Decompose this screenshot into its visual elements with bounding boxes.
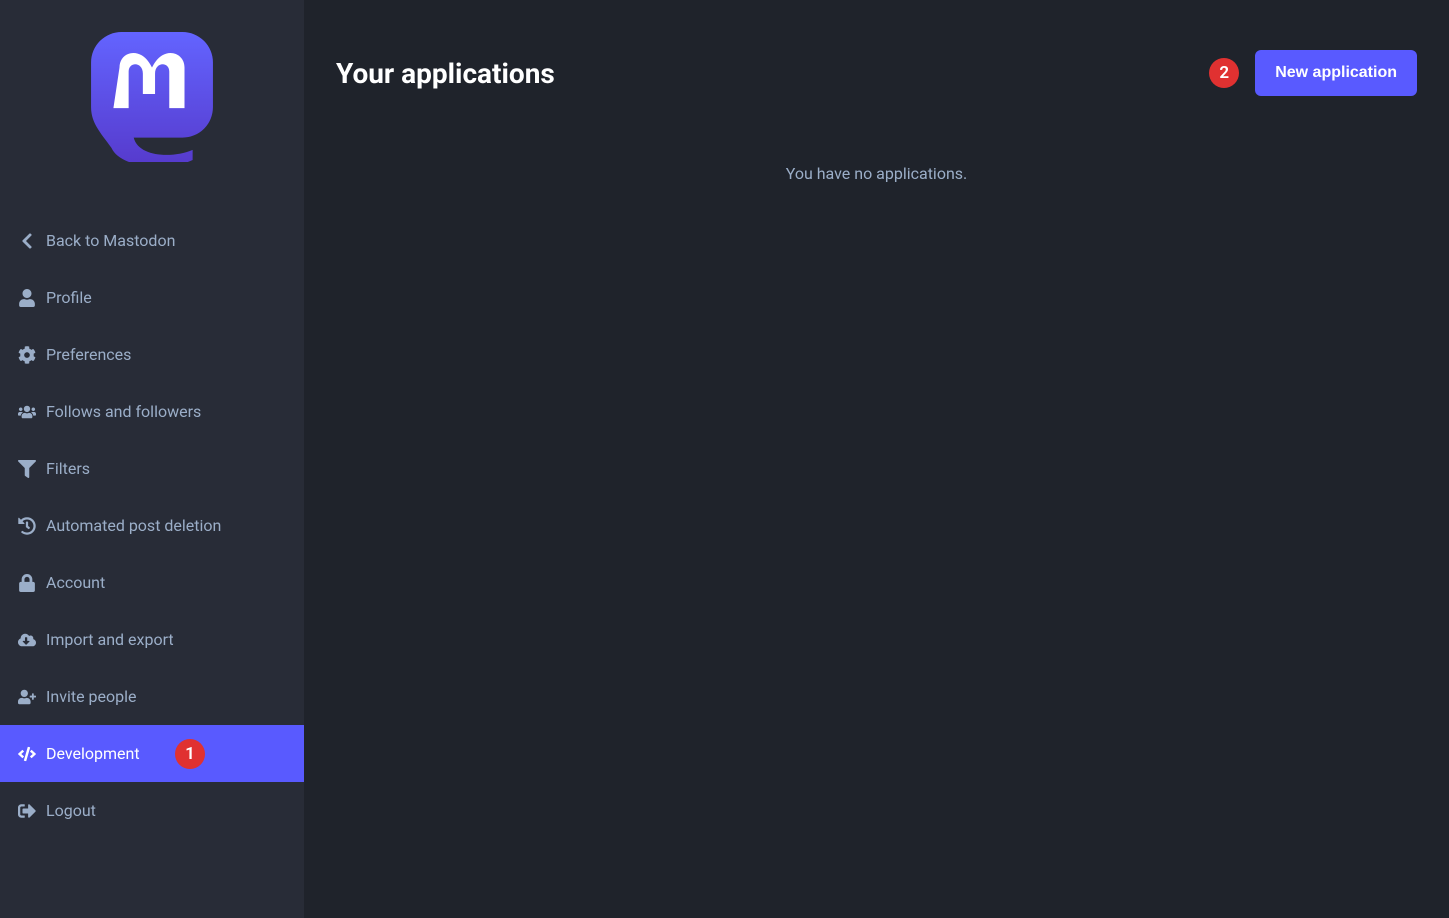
sidebar-item-label: Invite people [46,687,136,706]
page-title: Your applications [336,57,555,90]
sidebar-item-label: Back to Mastodon [46,231,175,250]
chevron-left-icon [18,232,36,250]
sidebar-item-label: Automated post deletion [46,516,221,535]
sidebar-item-import-export[interactable]: Import and export [0,611,304,668]
sidebar-item-label: Filters [46,459,90,478]
sidebar-item-invite[interactable]: Invite people [0,668,304,725]
sidebar-item-label: Account [46,573,105,592]
sidebar-item-logout[interactable]: Logout [0,782,304,839]
sidebar-item-profile[interactable]: Profile [0,269,304,326]
sidebar: Back to Mastodon Profile Preferences Fol… [0,0,304,918]
history-icon [18,517,36,535]
header-row: Your applications 2 New application [336,50,1417,96]
sidebar-item-label: Logout [46,801,96,820]
sidebar-item-label: Preferences [46,345,131,364]
main-content: Your applications 2 New application You … [304,0,1449,918]
sidebar-item-automated-deletion[interactable]: Automated post deletion [0,497,304,554]
sidebar-item-preferences[interactable]: Preferences [0,326,304,383]
new-app-group: 2 New application [1209,50,1417,96]
mastodon-logo-icon [91,32,213,162]
gear-icon [18,346,36,364]
sidebar-item-account[interactable]: Account [0,554,304,611]
empty-state-message: You have no applications. [336,164,1417,183]
filter-icon [18,460,36,478]
sidebar-item-filters[interactable]: Filters [0,440,304,497]
sidebar-item-label: Profile [46,288,92,307]
sidebar-item-development[interactable]: Development 1 [0,725,304,782]
lock-icon [18,574,36,592]
user-plus-icon [18,688,36,706]
sidebar-item-back[interactable]: Back to Mastodon [0,212,304,269]
sidebar-item-follows[interactable]: Follows and followers [0,383,304,440]
logo-area [0,0,304,212]
cloud-download-icon [18,631,36,649]
sign-out-icon [18,802,36,820]
annotation-badge-1: 1 [175,739,205,769]
sidebar-item-label: Development [46,744,140,763]
users-icon [18,403,36,421]
annotation-badge-2: 2 [1209,58,1239,88]
sidebar-item-label: Follows and followers [46,402,201,421]
new-application-button[interactable]: New application [1255,50,1417,96]
user-icon [18,289,36,307]
code-icon [18,745,36,763]
sidebar-item-label: Import and export [46,630,174,649]
